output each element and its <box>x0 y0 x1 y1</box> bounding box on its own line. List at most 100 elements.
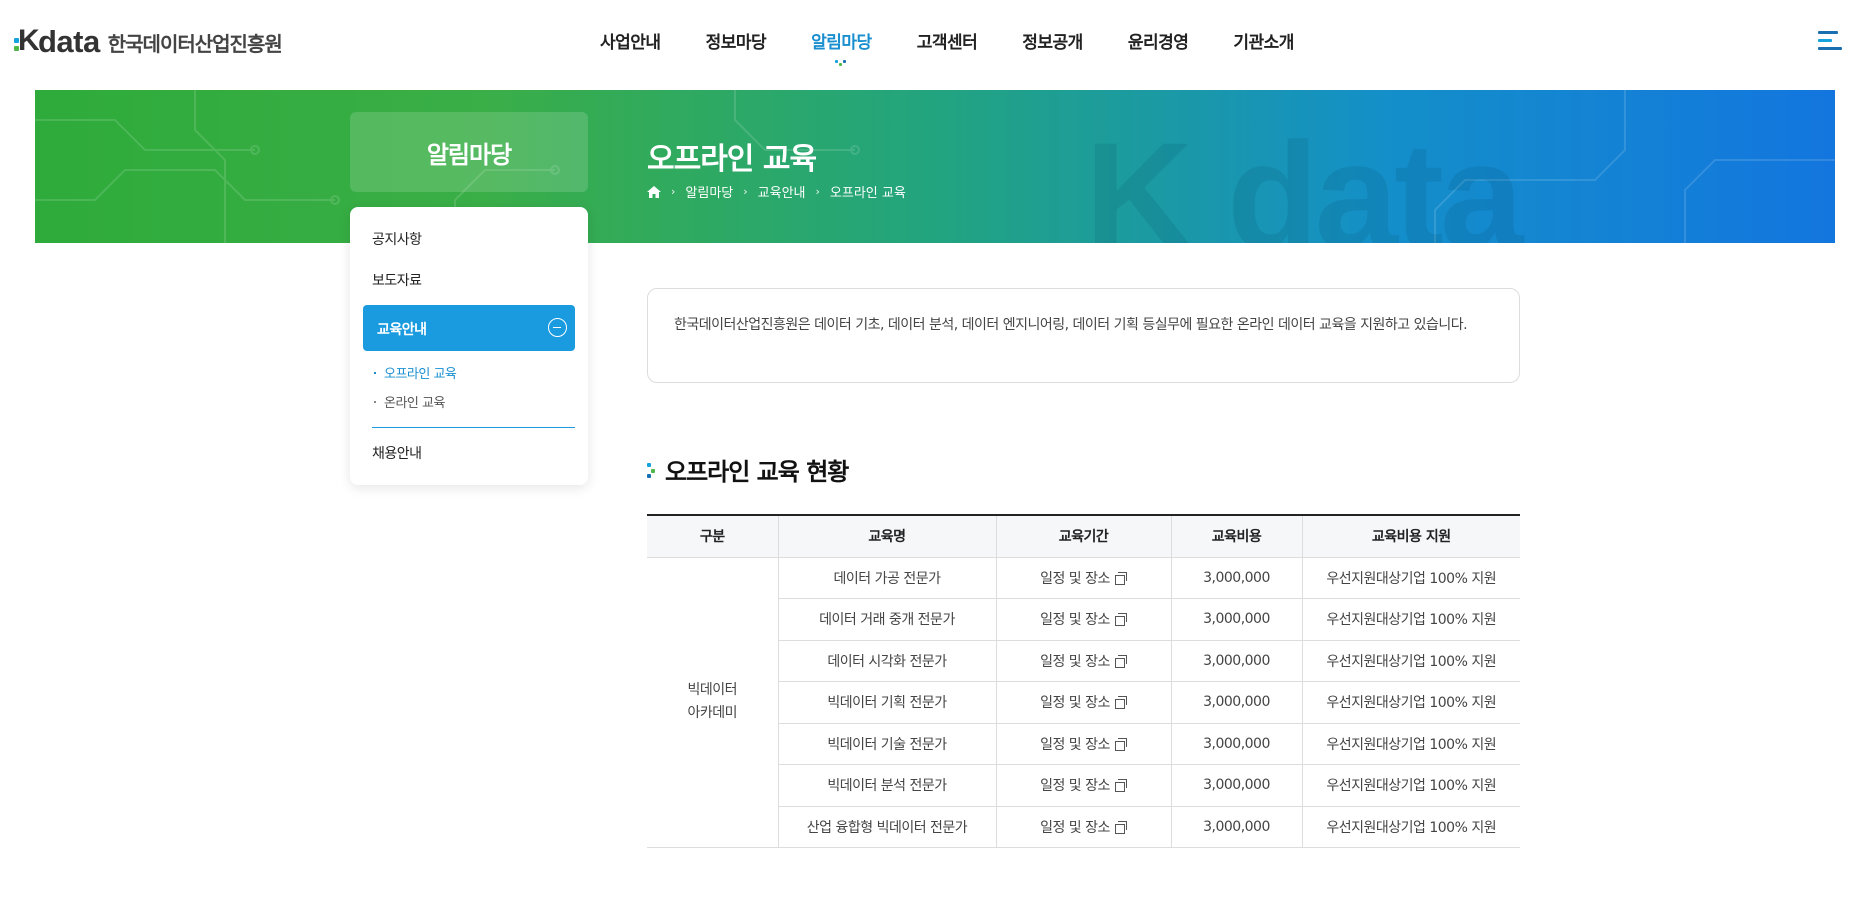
col-header-support: 교육비용 지원 <box>1301 514 1520 558</box>
section-title: 오프라인 교육 현황 <box>665 458 849 486</box>
cost-cell: 3,000,000 <box>1170 806 1302 848</box>
schedule-link[interactable]: 일정 및 장소 <box>1040 568 1127 588</box>
period-cell: 일정 및 장소 <box>995 681 1171 724</box>
nav-item-info[interactable]: 정보마당 <box>706 28 767 53</box>
bullet-icon <box>374 400 376 403</box>
support-cell: 우선지원대상기업 100% 지원 <box>1301 764 1520 807</box>
support-cell: 우선지원대상기업 100% 지원 <box>1301 557 1520 599</box>
logo-mark: K <box>14 24 40 57</box>
period-cell: 일정 및 장소 <box>995 598 1171 641</box>
cost-cell: 3,000,000 <box>1170 640 1302 682</box>
table-row: 산업 융합형 빅데이터 전문가 일정 및 장소 3,000,000 우선지원대상… <box>647 806 1520 848</box>
period-cell: 일정 및 장소 <box>995 723 1171 765</box>
col-header-name: 교육명 <box>777 514 996 558</box>
table-row: 빅데이터 분석 전문가 일정 및 장소 3,000,000 우선지원대상기업 1… <box>647 764 1520 807</box>
intro-text: 한국데이터산업진흥원은 데이터 기초, 데이터 분석, 데이터 엔지니어링, 데… <box>674 317 1468 333</box>
collapse-minus-icon[interactable] <box>548 318 567 337</box>
support-cell: 우선지원대상기업 100% 지원 <box>1301 806 1520 848</box>
home-icon[interactable] <box>647 185 661 198</box>
main-nav: 사업안내 정보마당 알림마당 고객센터 정보공개 윤리경영 기관소개 <box>600 28 1339 66</box>
cost-cell: 3,000,000 <box>1170 557 1302 599</box>
schedule-link[interactable]: 일정 및 장소 <box>1040 775 1127 795</box>
section-heading: 오프라인 교육 현황 <box>647 452 849 487</box>
new-window-icon <box>1114 613 1127 627</box>
schedule-link[interactable]: 일정 및 장소 <box>1040 734 1127 754</box>
logo-text-en: data <box>38 24 100 59</box>
banner-watermark: K data <box>1085 111 1523 243</box>
kdata-logo[interactable]: K data 한국데이터산업진흥원 <box>14 24 283 59</box>
title-dots-icon <box>647 461 657 479</box>
chevron-right-icon: › <box>743 185 748 198</box>
period-cell: 일정 및 장소 <box>995 557 1171 599</box>
breadcrumb-item-current: 오프라인 교육 <box>829 186 906 201</box>
offline-education-table: 구분 교육명 교육기간 교육비용 교육비용 지원 빅데이터 아카데미 데이터 가공… <box>647 514 1520 848</box>
nav-item-customer[interactable]: 고객센터 <box>917 28 978 53</box>
new-window-icon <box>1114 696 1127 710</box>
period-cell: 일정 및 장소 <box>995 764 1171 807</box>
active-indicator-icon <box>835 60 847 66</box>
table-row: 빅데이터 아카데미 데이터 가공 전문가 일정 및 장소 3,000,000 우선… <box>647 557 1520 848</box>
nav-item-ethics[interactable]: 윤리경영 <box>1128 28 1189 53</box>
sidebar-item-education[interactable]: 교육안내 <box>363 305 575 351</box>
breadcrumb-item[interactable]: 교육안내 <box>758 182 806 201</box>
support-cell: 우선지원대상기업 100% 지원 <box>1301 598 1520 641</box>
site-header: K data 한국데이터산업진흥원 사업안내 정보마당 알림마당 고객센터 정보… <box>0 0 1854 90</box>
support-cell: 우선지원대상기업 100% 지원 <box>1301 681 1520 724</box>
col-header-category: 구분 <box>647 514 778 558</box>
page-banner: K data 오프라인 교육 › 알림마당 › 교육안내 › 오프라인 교육 <box>35 90 1835 243</box>
logo-text-ko: 한국데이터산업진흥원 <box>107 31 283 56</box>
support-cell: 우선지원대상기업 100% 지원 <box>1301 640 1520 682</box>
nav-item-about[interactable]: 기관소개 <box>1233 28 1294 53</box>
intro-box: 한국데이터산업진흥원은 데이터 기초, 데이터 분석, 데이터 엔지니어링, 데… <box>647 288 1520 383</box>
breadcrumb-item[interactable]: 알림마당 <box>685 182 733 201</box>
nav-item-disclosure[interactable]: 정보공개 <box>1022 28 1083 53</box>
period-cell: 일정 및 장소 <box>995 806 1171 848</box>
course-name: 빅데이터 기술 전문가 <box>777 723 996 765</box>
new-window-icon <box>1114 820 1127 834</box>
bullet-icon <box>374 371 376 374</box>
support-cell: 우선지원대상기업 100% 지원 <box>1301 723 1520 765</box>
period-cell: 일정 및 장소 <box>995 640 1171 682</box>
cost-cell: 3,000,000 <box>1170 598 1302 641</box>
nav-item-notice[interactable]: 알림마당 <box>811 28 872 66</box>
sidebar-subitem-offline[interactable]: 오프라인 교육 <box>374 363 457 382</box>
table-header-row: 구분 교육명 교육기간 교육비용 교육비용 지원 <box>647 514 1520 558</box>
course-name: 빅데이터 기획 전문가 <box>777 681 996 724</box>
col-header-period: 교육기간 <box>995 514 1171 558</box>
cost-cell: 3,000,000 <box>1170 681 1302 724</box>
course-name: 산업 융합형 빅데이터 전문가 <box>777 806 996 848</box>
schedule-link[interactable]: 일정 및 장소 <box>1040 609 1127 629</box>
sidebar-item-notice[interactable]: 공지사항 <box>372 229 422 249</box>
course-name: 빅데이터 분석 전문가 <box>777 764 996 807</box>
nav-item-business[interactable]: 사업안내 <box>600 28 661 53</box>
schedule-link[interactable]: 일정 및 장소 <box>1040 692 1127 712</box>
table-row: 빅데이터 기술 전문가 일정 및 장소 3,000,000 우선지원대상기업 1… <box>647 723 1520 765</box>
cost-cell: 3,000,000 <box>1170 764 1302 807</box>
category-cell: 빅데이터 아카데미 <box>647 557 778 848</box>
table-row: 데이터 거래 중개 전문가 일정 및 장소 3,000,000 우선지원대상기업… <box>647 598 1520 641</box>
course-name: 데이터 시각화 전문가 <box>777 640 996 682</box>
sidebar-item-recruit[interactable]: 채용안내 <box>372 443 422 463</box>
sidebar-menu: 공지사항 보도자료 교육안내 오프라인 교육 온라인 교육 채용안내 <box>350 207 588 485</box>
breadcrumb: › 알림마당 › 교육안내 › 오프라인 교육 <box>647 182 906 201</box>
course-name: 데이터 가공 전문가 <box>777 557 996 599</box>
sidebar-item-label: 교육안내 <box>377 322 427 338</box>
schedule-link[interactable]: 일정 및 장소 <box>1040 651 1127 671</box>
new-window-icon <box>1114 571 1127 585</box>
table-row: 빅데이터 기획 전문가 일정 및 장소 3,000,000 우선지원대상기업 1… <box>647 681 1520 724</box>
hamburger-icon[interactable] <box>1818 31 1842 51</box>
new-window-icon <box>1114 779 1127 793</box>
chevron-right-icon: › <box>671 185 676 198</box>
chevron-right-icon: › <box>815 185 820 198</box>
page-title: 오프라인 교육 <box>647 142 817 177</box>
cost-cell: 3,000,000 <box>1170 723 1302 765</box>
col-header-cost: 교육비용 <box>1170 514 1302 558</box>
table-row: 데이터 시각화 전문가 일정 및 장소 3,000,000 우선지원대상기업 1… <box>647 640 1520 682</box>
divider <box>372 427 575 428</box>
sidebar-title: 알림마당 <box>350 112 588 192</box>
course-name: 데이터 거래 중개 전문가 <box>777 598 996 641</box>
schedule-link[interactable]: 일정 및 장소 <box>1040 817 1127 837</box>
new-window-icon <box>1114 737 1127 751</box>
sidebar-item-press[interactable]: 보도자료 <box>372 270 422 290</box>
sidebar-subitem-online[interactable]: 온라인 교육 <box>374 392 445 411</box>
